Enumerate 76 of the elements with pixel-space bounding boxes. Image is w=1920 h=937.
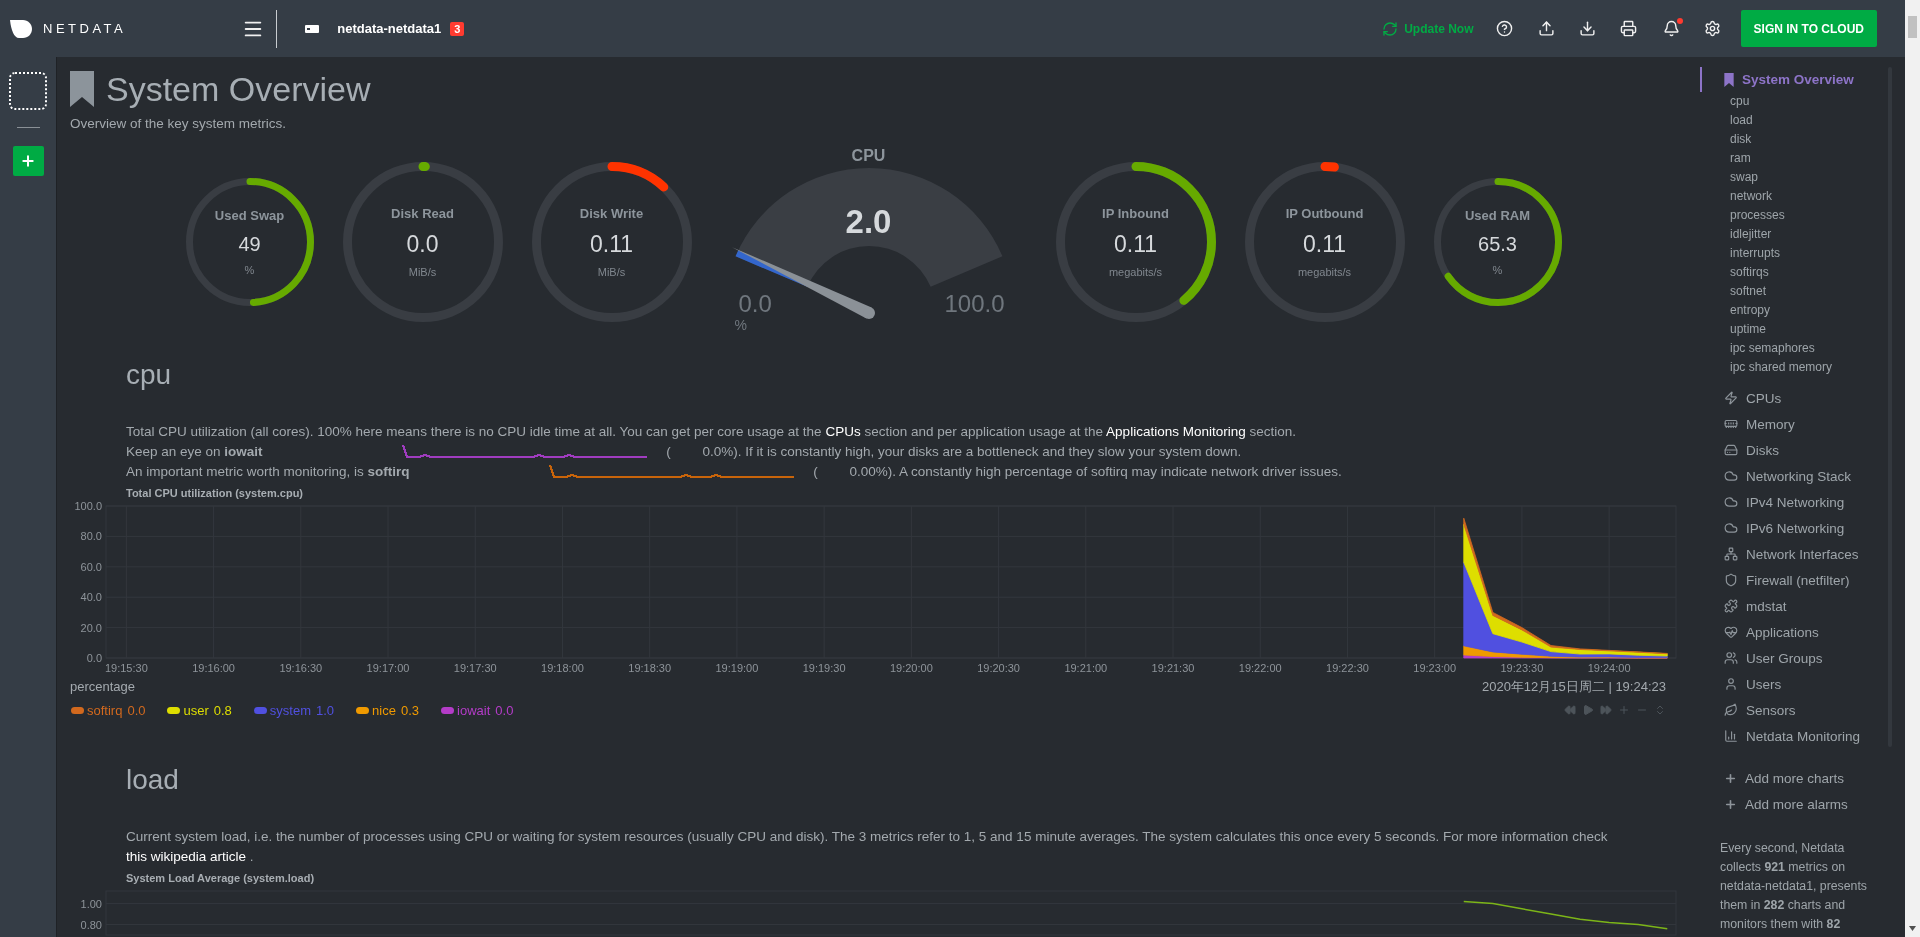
section-heading: load — [126, 763, 180, 797]
gauge-title: Disk Read — [391, 206, 454, 221]
axis-label: 0.80 — [80, 918, 102, 931]
page-subtitle: Overview of the key system metrics. — [70, 115, 288, 133]
gauge-unit: % — [734, 317, 747, 333]
axis-label: 19:17:30 — [453, 662, 497, 674]
description-text: Keep an eye on iowait — [126, 444, 263, 459]
gauge-title: IP Inbound — [1102, 206, 1169, 221]
gauge-value: 0.0 — [406, 231, 439, 258]
gauge-value: 0.11 — [589, 231, 634, 258]
legend-value: 0.0 — [495, 702, 514, 718]
axis-label: 19:22:30 — [1326, 662, 1369, 674]
description-text: ( — [813, 463, 819, 481]
axis-label: 19:20:30 — [977, 662, 1020, 674]
sidebar-summary: Every second, Netdata collects 921 metrics on netdata-netdata1, presents them in 282 charts and monitors them with 82 — [1720, 840, 1868, 933]
gauge-title: CPU — [850, 147, 887, 165]
brand-name: NETDATA — [43, 21, 127, 36]
description-text: Total CPU utilization (all cores). 100% here means there is no CPU idle time at all. You can get per core usage at the — [126, 424, 822, 439]
axis-label: 19:23:30 — [1500, 662, 1544, 674]
axis-label: 19:23:00 — [1413, 662, 1457, 674]
axis-label: 60.0 — [80, 560, 102, 573]
description-text: 0.0%). If it is constantly high, your disks are a bottleneck and they slow your system down. — [702, 444, 1242, 459]
axis-label: 40.0 — [80, 591, 102, 604]
axis-label: 100.0 — [74, 500, 102, 512]
gauge-unit: megabits/s — [1108, 266, 1163, 278]
chart-title: System Load Average (system.load) — [126, 871, 316, 885]
gauge-value: 0.11 — [1113, 231, 1158, 258]
axis-label: 19:18:30 — [628, 662, 672, 674]
gauge-unit: MiB/s — [408, 266, 437, 278]
description-text: An important metric worth monitoring, is softirq — [126, 464, 410, 479]
description-text: 0.00%). A constantly high percentage of softirq may indicate network driver issues. — [849, 464, 1342, 479]
gauge-max: 100.0 — [944, 290, 1005, 318]
axis-label: 20.0 — [80, 621, 102, 634]
axis-label: 19:18:00 — [541, 662, 584, 674]
chart-units: percentage — [70, 679, 136, 695]
axis-label: 0.0 — [86, 652, 102, 664]
gauge-unit: megabits/s — [1297, 266, 1352, 278]
axis-label: 19:21:30 — [1151, 662, 1195, 674]
axis-label: 19:21:00 — [1064, 662, 1108, 674]
axis-label: 19:15:30 — [104, 662, 148, 674]
section-heading: cpu — [126, 358, 173, 392]
gauge-title: Used Swap — [214, 208, 285, 223]
axis-label: 19:17:00 — [366, 662, 410, 674]
axis-label: 19:20:00 — [889, 662, 933, 674]
axis-label: 80.0 — [80, 530, 102, 543]
description-text: ( — [666, 443, 672, 461]
axis-label: 19:19:00 — [715, 662, 759, 674]
gauge-unit: MiB/s — [597, 266, 626, 278]
legend-value: 0.3 — [400, 702, 420, 718]
gauge-unit: % — [244, 264, 255, 276]
description-text: Current system load, i.e. the number of processes using CPU or waiting for system resources (usually CPU and disk). The 3 metrics refer to 1, 5 and 15 minute averages. The system calculates this once every 5 seconds. For more information check — [126, 829, 1608, 844]
chart-title: Total CPU utilization (system.cpu) — [126, 486, 305, 500]
axis-label: 1.00 — [80, 897, 102, 910]
legend-value: 1.0 — [316, 702, 335, 718]
gauge-min: 0.0 — [738, 290, 772, 318]
gauge-title: IP Outbound — [1285, 206, 1364, 221]
chart-timestamp: 2020年12月15日周二 | 19:24:23 — [1481, 679, 1666, 695]
gauge-value: 65.3 — [1478, 233, 1517, 256]
page-title: System Overview — [106, 70, 371, 108]
gauge-value: 49 — [238, 233, 261, 256]
axis-label: 19:22:00 — [1238, 662, 1282, 674]
legend-value: 0.0 — [127, 702, 146, 718]
gauge-value: 2.0 — [844, 203, 893, 241]
gauge-title: Disk Write — [579, 206, 644, 221]
axis-label: 19:16:00 — [192, 662, 235, 674]
gauge-title: Used RAM — [1465, 208, 1530, 223]
axis-label: 19:16:30 — [279, 662, 323, 674]
description-text: section and per application usage at the — [864, 424, 1104, 439]
axis-label: 19:24:00 — [1587, 662, 1631, 674]
description-text: section. — [1249, 424, 1296, 439]
legend-value: 0.8 — [213, 702, 232, 718]
gauge-value: 0.11 — [1302, 231, 1347, 258]
description-text: . — [249, 849, 254, 864]
alert-count: 3 — [450, 21, 465, 36]
axis-label: 19:19:30 — [802, 662, 846, 674]
gauge-unit: % — [1492, 264, 1503, 276]
